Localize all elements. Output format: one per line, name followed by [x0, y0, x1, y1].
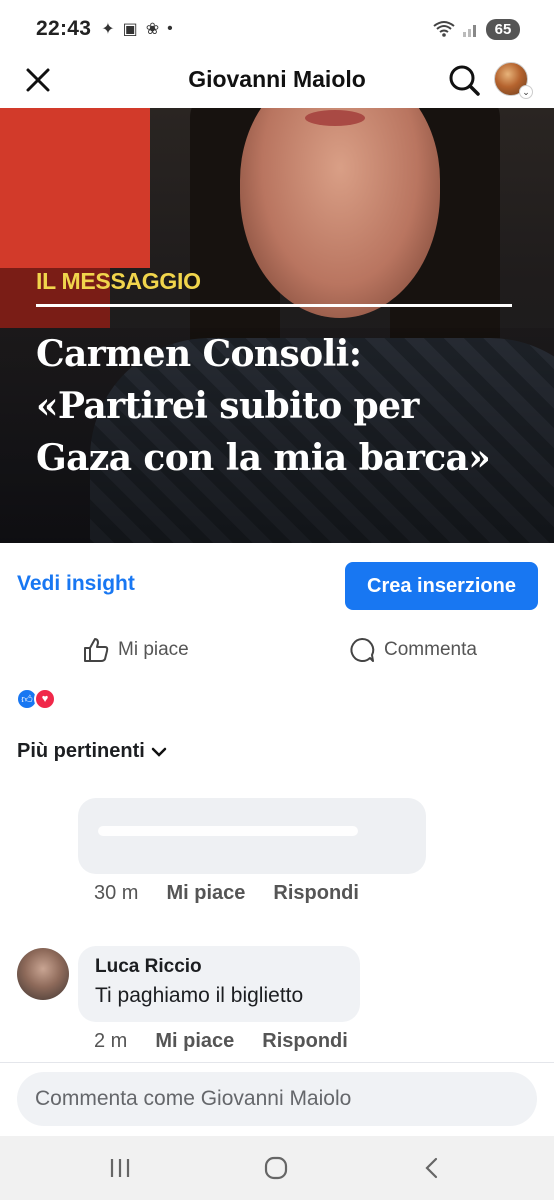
- top-app-bar: Giovanni Maiolo ⌄: [0, 58, 554, 108]
- back-button[interactable]: [410, 1150, 454, 1186]
- divider: [0, 1062, 554, 1063]
- dot-icon: •: [167, 20, 173, 37]
- status-bar: 22:43 ✦ ▣ ❀ • 65: [0, 0, 554, 58]
- image-kicker: IL MESSAGGIO: [36, 268, 201, 294]
- battery-indicator: 65: [486, 18, 520, 40]
- chevron-down-icon: [151, 747, 167, 757]
- redacted-text: [98, 826, 358, 836]
- comment-label: Commenta: [384, 639, 477, 660]
- comment-bubble-redacted: [78, 798, 426, 874]
- create-ad-button[interactable]: Crea inserzione: [345, 562, 538, 610]
- signal-icon: [463, 25, 476, 37]
- comment-button[interactable]: Commenta: [348, 636, 477, 664]
- image-background-red: [0, 108, 150, 268]
- comment-bubble-icon: [350, 637, 375, 662]
- search-icon[interactable]: [446, 62, 482, 98]
- headline-line: Carmen Consoli:: [36, 333, 362, 375]
- comment-reply-button[interactable]: Rispondi: [273, 882, 359, 905]
- comment-time: 30 m: [94, 882, 139, 904]
- headline-line: «Partirei subito per: [36, 385, 419, 427]
- thumbs-up-icon: [84, 638, 109, 662]
- comment-sort-dropdown[interactable]: Più pertinenti: [17, 740, 167, 763]
- comment-author[interactable]: Luca Riccio: [95, 956, 343, 978]
- like-label: Mi piace: [118, 639, 189, 660]
- comment-time: 2 m: [94, 1030, 128, 1052]
- chevron-down-icon: ⌄: [519, 85, 533, 99]
- octopus-icon: ❀: [145, 21, 160, 38]
- sort-label: Più pertinenti: [17, 740, 145, 762]
- home-icon: [264, 1156, 288, 1180]
- comment-input[interactable]: [17, 1072, 537, 1126]
- status-right: 65: [432, 18, 520, 40]
- reactions-summary[interactable]: 👍︎ ♥: [16, 688, 56, 710]
- screen-capture-icon: ▣: [122, 21, 138, 38]
- image-headline: Carmen Consoli: «Partirei subito per Gaz…: [36, 328, 526, 484]
- like-button[interactable]: Mi piace: [82, 636, 189, 664]
- image-divider: [36, 304, 512, 307]
- love-reaction-icon: ♥: [34, 688, 56, 710]
- image-lips: [305, 110, 365, 126]
- steps-icon: ✦: [101, 21, 115, 38]
- recent-apps-icon: [110, 1159, 130, 1177]
- headline-line: Gaza con la mia barca»: [36, 437, 491, 479]
- comment-reply-button[interactable]: Rispondi: [262, 1030, 348, 1053]
- post-image[interactable]: IL MESSAGGIO Carmen Consoli: «Partirei s…: [0, 108, 554, 543]
- home-button[interactable]: [254, 1150, 298, 1186]
- close-icon[interactable]: [22, 64, 54, 96]
- wifi-icon: [433, 21, 455, 37]
- comment-text: Ti paghiamo il biglietto: [95, 984, 304, 1007]
- comment-like-button[interactable]: Mi piace: [166, 882, 245, 905]
- status-notification-icons: ✦ ▣ ❀ •: [101, 19, 173, 39]
- profile-avatar[interactable]: ⌄: [494, 62, 533, 99]
- comment-meta: 2 m Mi piace Rispondi: [94, 1030, 348, 1053]
- recent-apps-button[interactable]: [98, 1150, 142, 1186]
- back-arrow-icon: [425, 1157, 438, 1179]
- comment-like-button[interactable]: Mi piace: [155, 1030, 234, 1053]
- system-navigation-bar: [0, 1136, 554, 1200]
- comment-meta: 30 m Mi piace Rispondi: [94, 882, 359, 905]
- comment-bubble[interactable]: Luca Riccio Ti paghiamo il biglietto: [78, 946, 360, 1022]
- status-time: 22:43: [36, 17, 92, 40]
- view-insights-link[interactable]: Vedi insight: [17, 572, 135, 596]
- avatar[interactable]: [17, 948, 69, 1000]
